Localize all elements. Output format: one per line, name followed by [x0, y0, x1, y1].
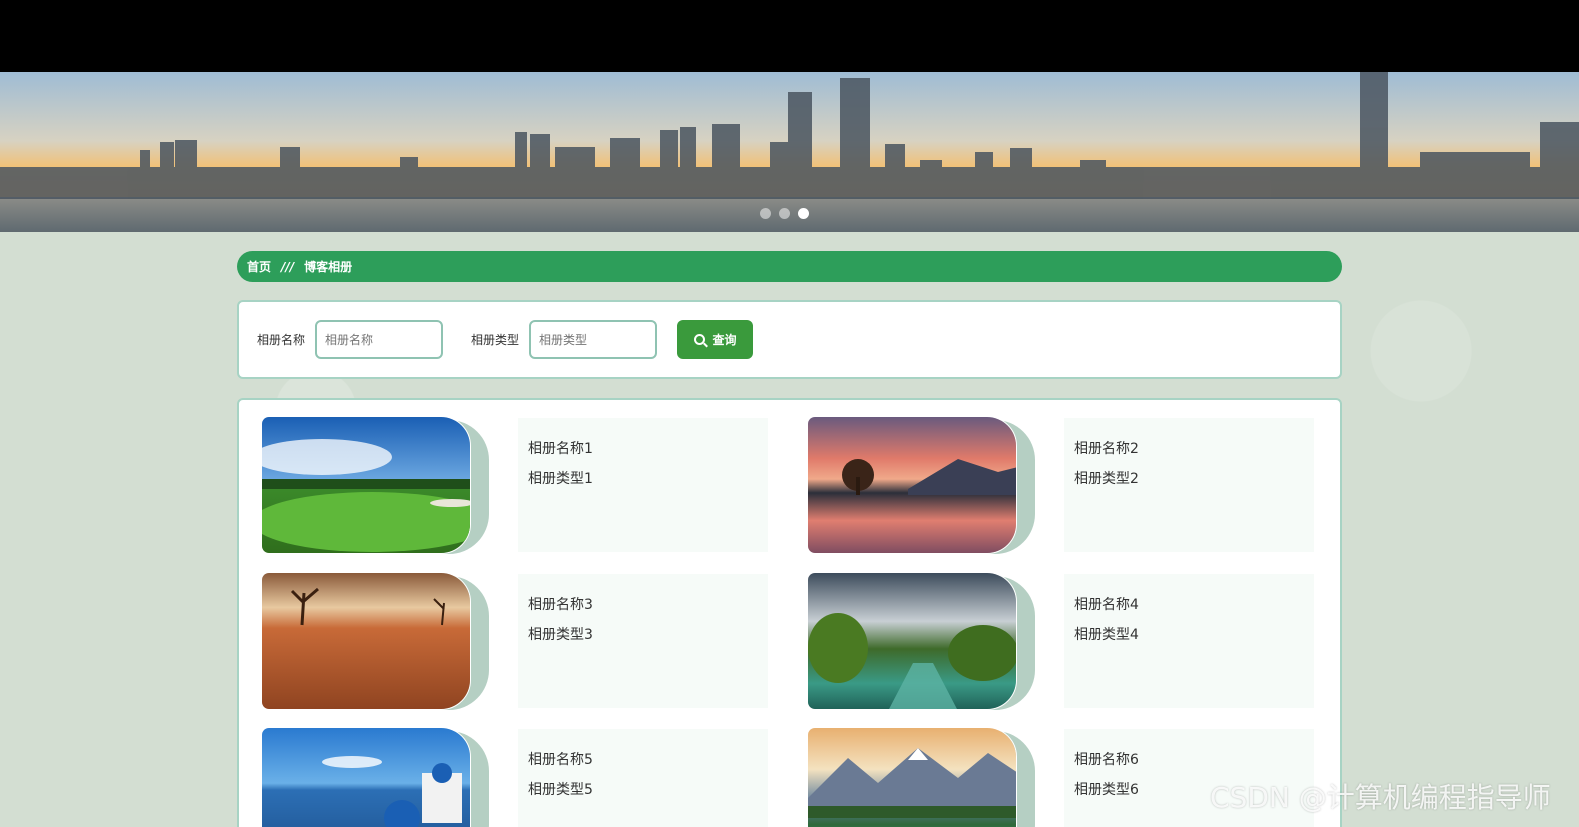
album-name[interactable]: 相册名称5 [528, 745, 758, 775]
breadcrumb-home[interactable]: 首页 [247, 258, 271, 275]
breadcrumb-current: 博客相册 [304, 260, 353, 274]
desert-image [261, 572, 471, 710]
album-thumbnail[interactable] [261, 416, 491, 554]
album-name[interactable]: 相册名称1 [528, 434, 758, 464]
album-name[interactable]: 相册名称6 [1074, 745, 1304, 775]
album-name-label: 相册名称 [257, 333, 306, 347]
album-name[interactable]: 相册名称3 [528, 590, 758, 620]
carousel-dot-3[interactable] [798, 208, 809, 219]
carousel-dot-2[interactable] [779, 208, 790, 219]
album-thumbnail[interactable] [807, 572, 1037, 710]
album-info: 相册名称1 相册类型1 [518, 418, 768, 552]
album-info: 相册名称3 相册类型3 [518, 574, 768, 708]
query-button[interactable]: 查询 [677, 320, 754, 359]
query-button-label: 查询 [712, 333, 737, 347]
album-thumbnail[interactable] [807, 727, 1037, 827]
album-thumbnail[interactable] [261, 572, 491, 710]
album-name[interactable]: 相册名称4 [1074, 590, 1304, 620]
csdn-watermark: CSDN @计算机编程指导师 [1210, 781, 1551, 814]
album-type: 相册类型3 [528, 627, 593, 643]
mountain-lake-image [807, 727, 1017, 827]
album-type: 相册类型1 [528, 471, 593, 487]
sunset-lake-image [807, 416, 1017, 554]
breadcrumb-separator: /// [281, 259, 295, 274]
search-icon [693, 334, 705, 345]
album-card[interactable]: 相册名称1 相册类型1 [261, 416, 791, 554]
album-type-label: 相册类型 [471, 333, 520, 347]
forest-river-image [807, 572, 1017, 710]
album-list: 相册名称1 相册类型1 相册名称2 相册类型2 相册名称3 相册类型3 相册名称… [237, 398, 1342, 827]
album-type: 相册类型2 [1074, 471, 1139, 487]
album-name-input[interactable] [315, 320, 444, 359]
album-info: 相册名称5 相册类型5 [518, 729, 768, 827]
album-thumbnail[interactable] [261, 727, 491, 827]
album-type: 相册类型4 [1074, 627, 1139, 643]
album-name[interactable]: 相册名称2 [1074, 434, 1304, 464]
breadcrumb: 首页 /// 博客相册 [237, 251, 1342, 282]
santorini-image [261, 727, 471, 827]
golf-course-image [261, 416, 471, 554]
album-thumbnail[interactable] [807, 416, 1037, 554]
album-card[interactable]: 相册名称5 相册类型5 [261, 727, 791, 827]
album-info: 相册名称4 相册类型4 [1064, 574, 1314, 708]
search-panel: 相册名称 相册类型 查询 [237, 300, 1342, 379]
album-type-input[interactable] [529, 320, 658, 359]
carousel-indicators [760, 208, 809, 219]
album-info: 相册名称2 相册类型2 [1064, 418, 1314, 552]
album-card[interactable]: 相册名称2 相册类型2 [807, 416, 1337, 554]
album-card[interactable]: 相册名称4 相册类型4 [807, 572, 1337, 710]
album-card[interactable]: 相册名称3 相册类型3 [261, 572, 791, 710]
top-black-bar [0, 0, 1579, 72]
album-type: 相册类型5 [528, 782, 593, 798]
carousel-dot-1[interactable] [760, 208, 771, 219]
